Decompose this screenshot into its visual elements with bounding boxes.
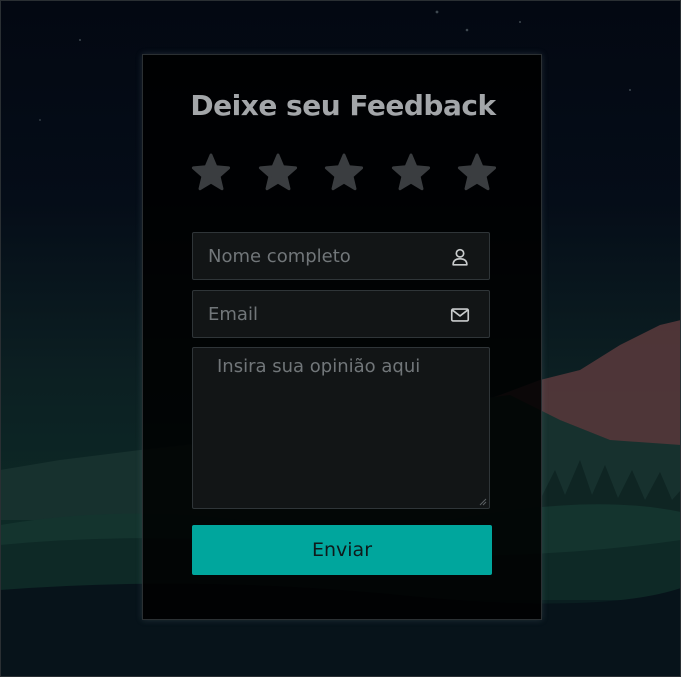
star-icon[interactable] — [322, 151, 366, 195]
email-input[interactable] — [193, 291, 489, 337]
star-icon[interactable] — [455, 151, 499, 195]
submit-button[interactable]: Enviar — [192, 525, 492, 575]
message-field — [192, 347, 490, 509]
star-rating — [189, 151, 499, 195]
resize-handle-icon[interactable] — [479, 498, 487, 506]
email-field — [192, 290, 490, 338]
feedback-card: Deixe seu Feedback Enviar — [142, 54, 542, 620]
star-icon[interactable] — [256, 151, 300, 195]
name-field — [192, 232, 490, 280]
star-icon[interactable] — [389, 151, 433, 195]
name-input[interactable] — [193, 233, 489, 279]
user-icon — [452, 248, 468, 266]
message-textarea[interactable] — [193, 348, 489, 508]
envelope-icon — [450, 308, 470, 322]
star-icon[interactable] — [189, 151, 233, 195]
page-title: Deixe seu Feedback — [190, 89, 496, 122]
